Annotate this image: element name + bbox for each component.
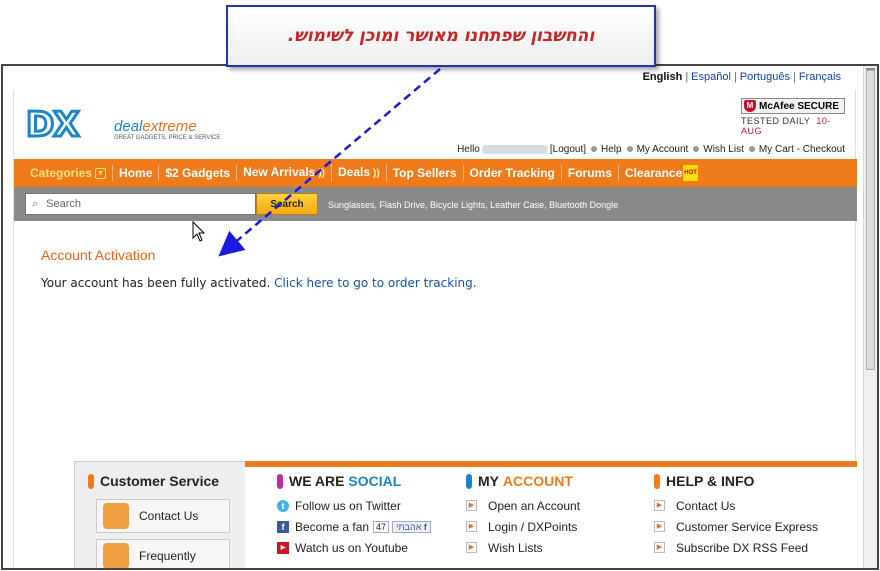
facebook-icon: f — [277, 520, 289, 533]
youtube-link[interactable]: ▶ Watch us on Youtube — [277, 537, 431, 558]
fan-count: 47 — [373, 520, 390, 533]
frequently-button[interactable]: Frequently — [96, 539, 230, 568]
bullet-icon — [693, 146, 700, 153]
nav-categories[interactable]: Categories ▼ — [14, 165, 114, 181]
main-nav: Categories ▼ Home $2 Gadgets New Arrivals… — [14, 159, 857, 187]
language-francais[interactable]: Français — [799, 71, 841, 83]
footer: Customer Service Contact Us Frequently W… — [74, 461, 857, 568]
arrow-right-icon: ▶ — [654, 521, 665, 532]
user-bar: Hello [Logout] Help My Account Wish List My C… — [457, 144, 845, 155]
login-dxpoints-link[interactable]: ▶ Login / DXPoints — [466, 516, 580, 537]
nav-forums[interactable]: Forums — [562, 165, 619, 181]
language-espanol[interactable]: Español — [691, 71, 731, 83]
cart-checkout-link[interactable]: My Cart - Checkout — [759, 144, 845, 155]
arrow-right-icon: ▶ — [654, 542, 665, 553]
page-title: Account Activation — [41, 247, 156, 263]
nav-deals[interactable]: Deals)) — [332, 164, 387, 182]
social-links: t Follow us on Twitter f Become a fan 47 אהב… — [277, 495, 431, 558]
activation-text: Your account has been fully activated. — [41, 276, 271, 290]
search-bar: ⌕ Search Search Sunglasses, Flash Drive, … — [14, 187, 857, 221]
chevron-down-icon: ▼ — [95, 168, 107, 180]
screenshot-root: והחשבון שפתחנו מאושר ומוכן לשימוש. Engli… — [0, 0, 880, 571]
mcafee-tested: TESTED DAILY — [741, 116, 811, 126]
hello-label: Hello — [457, 144, 480, 155]
annotation-callout: והחשבון שפתחנו מאושר ומוכן לשימוש. — [226, 5, 656, 67]
arrow-right-icon: ▶ — [466, 542, 477, 553]
facebook-like-button[interactable]: אהבתי f — [392, 520, 431, 533]
footer-orange-bar — [245, 461, 857, 467]
logo-mark: DX — [24, 105, 80, 145]
help-links: ▶ Contact Us ▶ Customer Service Express ▶ S… — [654, 495, 818, 558]
coffee-cup-icon — [103, 503, 129, 529]
nav-home[interactable]: Home — [113, 165, 160, 181]
logo-tagline: GREAT GADGETS, PRICE & SERVICE — [114, 135, 221, 141]
logout-link[interactable]: [Logout] — [550, 144, 586, 155]
arrow-right-icon: ▶ — [654, 500, 665, 511]
mcafee-shield-icon: M — [744, 100, 756, 112]
vertical-scrollbar[interactable] — [863, 66, 877, 568]
cs-express-link[interactable]: ▶ Customer Service Express — [654, 516, 818, 537]
facebook-icon: f — [423, 521, 427, 532]
contact-us-button[interactable]: Contact Us — [96, 499, 230, 533]
order-tracking-link[interactable]: Click here to go to order tracking. — [274, 276, 476, 290]
customer-service-heading: Customer Service — [88, 473, 219, 489]
arrow-right-icon: ▶ — [466, 521, 477, 532]
rss-feed-link[interactable]: ▶ Subscribe DX RSS Feed — [654, 537, 818, 558]
mcafee-label: McAfee SECURE — [759, 100, 840, 112]
browser-frame: English | Español | Português | Français DX de… — [1, 64, 879, 570]
search-input[interactable]: ⌕ Search — [25, 193, 256, 215]
twitter-icon: t — [277, 499, 289, 512]
my-account-heading: MY ACCOUNT — [466, 473, 573, 489]
arrow-right-icon: ▶ — [466, 500, 477, 511]
popular-searches[interactable]: Sunglasses, Flash Drive, Bicycle Lights,… — [328, 200, 618, 210]
username-blurred — [481, 144, 548, 154]
help-icon — [103, 543, 129, 568]
bullet-icon — [626, 146, 633, 153]
nav-new-arrivals[interactable]: New Arrivals)) — [237, 164, 333, 182]
language-portugues[interactable]: Português — [740, 71, 790, 83]
rss-icon: )) — [318, 168, 326, 179]
youtube-icon: ▶ — [277, 541, 289, 554]
activation-message: Your account has been fully activated. C… — [41, 276, 477, 290]
twitter-link[interactable]: t Follow us on Twitter — [277, 495, 431, 516]
search-icon: ⌕ — [32, 197, 39, 210]
open-account-link[interactable]: ▶ Open an Account — [466, 495, 580, 516]
search-button[interactable]: Search — [256, 193, 318, 215]
wish-list-link[interactable]: Wish List — [703, 144, 744, 155]
mcafee-badge[interactable]: M McAfee SECURE TESTED DAILY 10-AUG — [741, 98, 845, 136]
page-container: DX dealextreme GREAT GADGETS, PRICE & SE… — [13, 90, 857, 568]
help-link[interactable]: Help — [601, 144, 622, 155]
language-english[interactable]: English — [643, 71, 683, 83]
language-selector: English | Español | Português | Français — [642, 71, 841, 83]
my-account-link[interactable]: My Account — [637, 144, 689, 155]
facebook-fan-link[interactable]: f Become a fan 47 אהבתי f — [277, 516, 431, 537]
rss-icon: )) — [373, 168, 380, 179]
annotation-text: והחשבון שפתחנו מאושר ומוכן לשימוש. — [287, 26, 595, 46]
hot-badge: HOT — [683, 165, 698, 181]
nav-clearance[interactable]: Clearance HOT — [619, 165, 704, 181]
logo-brand: dealextreme — [114, 118, 197, 135]
help-contact-link[interactable]: ▶ Contact Us — [654, 495, 818, 516]
bullet-icon — [591, 146, 598, 153]
search-placeholder: Search — [46, 198, 82, 210]
bullet-icon — [748, 146, 755, 153]
nav-2-gadgets[interactable]: $2 Gadgets — [159, 165, 238, 181]
site-logo[interactable]: DX dealextreme GREAT GADGETS, PRICE & SE… — [24, 105, 220, 148]
scroll-thumb[interactable] — [866, 70, 875, 370]
social-heading: WE ARE SOCIAL — [277, 473, 401, 489]
nav-order-tracking[interactable]: Order Tracking — [464, 165, 562, 181]
help-info-heading: HELP & INFO — [654, 473, 754, 489]
nav-top-sellers[interactable]: Top Sellers — [387, 165, 464, 181]
account-links: ▶ Open an Account ▶ Login / DXPoints ▶ Wish… — [466, 495, 580, 558]
wish-lists-link[interactable]: ▶ Wish Lists — [466, 537, 580, 558]
